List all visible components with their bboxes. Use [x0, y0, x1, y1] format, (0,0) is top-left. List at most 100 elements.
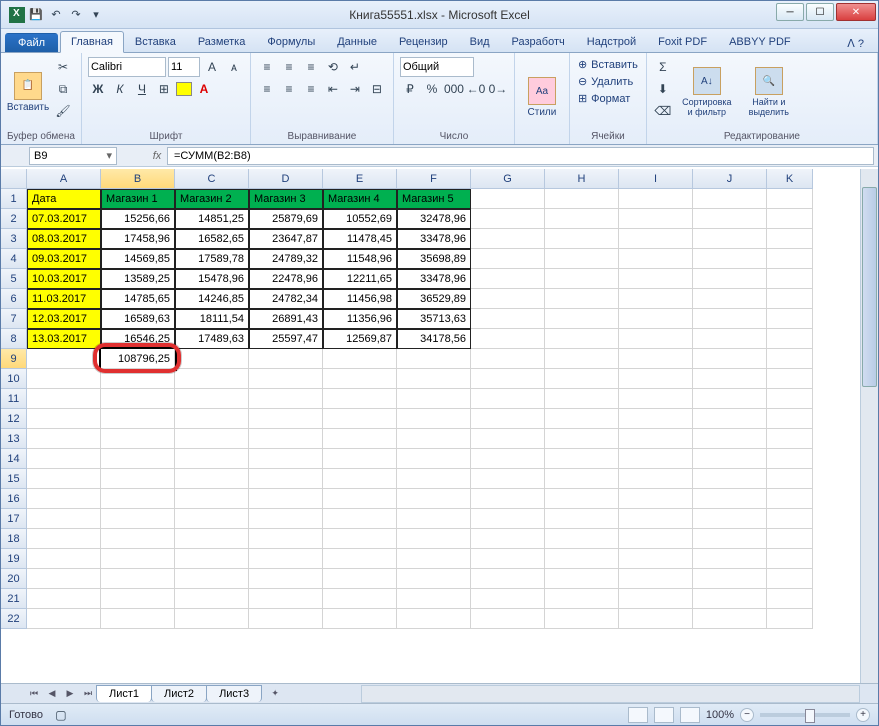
zoom-slider[interactable] — [760, 713, 850, 717]
cell[interactable]: 13589,25 — [101, 269, 175, 289]
ribbon-help-icon[interactable]: ᐱ ? — [841, 35, 870, 52]
clear-icon[interactable]: ⌫ — [653, 101, 673, 121]
align-center-icon[interactable]: ≡ — [279, 79, 299, 99]
cell[interactable]: 18111,54 — [175, 309, 249, 329]
cell[interactable] — [619, 189, 693, 209]
cell[interactable] — [693, 409, 767, 429]
row-header-22[interactable]: 22 — [1, 609, 27, 629]
cell[interactable] — [471, 429, 545, 449]
row-header-12[interactable]: 12 — [1, 409, 27, 429]
column-header-I[interactable]: I — [619, 169, 693, 189]
cell[interactable] — [27, 509, 101, 529]
column-header-C[interactable]: C — [175, 169, 249, 189]
decrease-decimal-icon[interactable]: 0→ — [488, 79, 508, 99]
cell[interactable] — [101, 369, 175, 389]
insert-cells-button[interactable]: ⊕Вставить — [576, 57, 640, 72]
cell[interactable] — [693, 349, 767, 369]
minimize-button[interactable]: ─ — [776, 3, 804, 21]
cell[interactable] — [397, 469, 471, 489]
cell[interactable] — [693, 549, 767, 569]
view-page-break-icon[interactable] — [680, 707, 700, 723]
cell[interactable]: Магазин 4 — [323, 189, 397, 209]
worksheet-grid[interactable]: ABCDEFGHIJK 1234567891011121314151617181… — [1, 169, 878, 683]
cell[interactable] — [27, 349, 101, 369]
cell[interactable] — [175, 469, 249, 489]
cell[interactable] — [619, 569, 693, 589]
cell[interactable] — [619, 429, 693, 449]
ribbon-tab-вставка[interactable]: Вставка — [124, 31, 187, 52]
cell[interactable]: 12569,87 — [323, 329, 397, 349]
cell[interactable] — [693, 489, 767, 509]
cell[interactable]: 10552,69 — [323, 209, 397, 229]
scrollbar-thumb[interactable] — [862, 187, 877, 387]
cell[interactable] — [101, 569, 175, 589]
cell[interactable] — [545, 469, 619, 489]
ribbon-tab-главная[interactable]: Главная — [60, 31, 124, 53]
cell[interactable] — [545, 409, 619, 429]
cell[interactable]: 33478,96 — [397, 269, 471, 289]
cell[interactable] — [767, 269, 813, 289]
cell[interactable] — [175, 409, 249, 429]
cell[interactable] — [767, 529, 813, 549]
currency-icon[interactable]: ₽ — [400, 79, 420, 99]
cell[interactable] — [693, 589, 767, 609]
row-header-8[interactable]: 8 — [1, 329, 27, 349]
cell[interactable] — [619, 329, 693, 349]
cell[interactable] — [397, 609, 471, 629]
cell[interactable] — [175, 389, 249, 409]
cell[interactable] — [323, 609, 397, 629]
cell[interactable]: 14569,85 — [101, 249, 175, 269]
cell[interactable]: 26891,43 — [249, 309, 323, 329]
cell[interactable] — [767, 329, 813, 349]
cell[interactable] — [27, 409, 101, 429]
cell[interactable] — [471, 449, 545, 469]
cell[interactable] — [249, 529, 323, 549]
wrap-text-icon[interactable]: ↵ — [345, 57, 365, 77]
cell[interactable] — [397, 429, 471, 449]
file-tab[interactable]: Файл — [5, 33, 58, 52]
cell[interactable] — [471, 369, 545, 389]
cell[interactable] — [767, 609, 813, 629]
cell[interactable] — [323, 409, 397, 429]
cell[interactable] — [693, 329, 767, 349]
cell[interactable] — [767, 249, 813, 269]
name-box-dropdown-icon[interactable]: ▾ — [106, 149, 112, 162]
cell[interactable]: 14851,25 — [175, 209, 249, 229]
cell[interactable] — [545, 189, 619, 209]
row-header-21[interactable]: 21 — [1, 589, 27, 609]
cell[interactable] — [323, 349, 397, 369]
cell[interactable] — [693, 229, 767, 249]
cell[interactable] — [767, 349, 813, 369]
cell[interactable] — [471, 469, 545, 489]
cell[interactable] — [323, 469, 397, 489]
increase-decimal-icon[interactable]: ←0 — [466, 79, 486, 99]
cell[interactable] — [397, 349, 471, 369]
cell[interactable] — [471, 229, 545, 249]
cell[interactable]: 12211,65 — [323, 269, 397, 289]
underline-icon[interactable]: Ч — [132, 79, 152, 99]
formula-input[interactable]: =СУММ(B2:B8) — [167, 147, 874, 165]
sheet-tab-Лист3[interactable]: Лист3 — [206, 685, 262, 702]
cell[interactable] — [397, 389, 471, 409]
cell[interactable] — [101, 429, 175, 449]
sheet-tab-Лист2[interactable]: Лист2 — [151, 685, 207, 702]
cell[interactable] — [619, 269, 693, 289]
cell[interactable] — [175, 429, 249, 449]
cell[interactable] — [397, 569, 471, 589]
cell[interactable] — [619, 389, 693, 409]
cell[interactable] — [767, 309, 813, 329]
cell[interactable] — [249, 449, 323, 469]
cell[interactable]: 16582,65 — [175, 229, 249, 249]
ribbon-tab-вид[interactable]: Вид — [459, 31, 501, 52]
align-left-icon[interactable]: ≡ — [257, 79, 277, 99]
cell[interactable] — [397, 369, 471, 389]
row-header-14[interactable]: 14 — [1, 449, 27, 469]
cell[interactable] — [693, 529, 767, 549]
cell[interactable] — [545, 369, 619, 389]
comma-icon[interactable]: 000 — [444, 79, 464, 99]
cell[interactable] — [619, 449, 693, 469]
cell[interactable] — [249, 489, 323, 509]
view-page-layout-icon[interactable] — [654, 707, 674, 723]
cell[interactable]: 22478,96 — [249, 269, 323, 289]
cell[interactable] — [101, 489, 175, 509]
